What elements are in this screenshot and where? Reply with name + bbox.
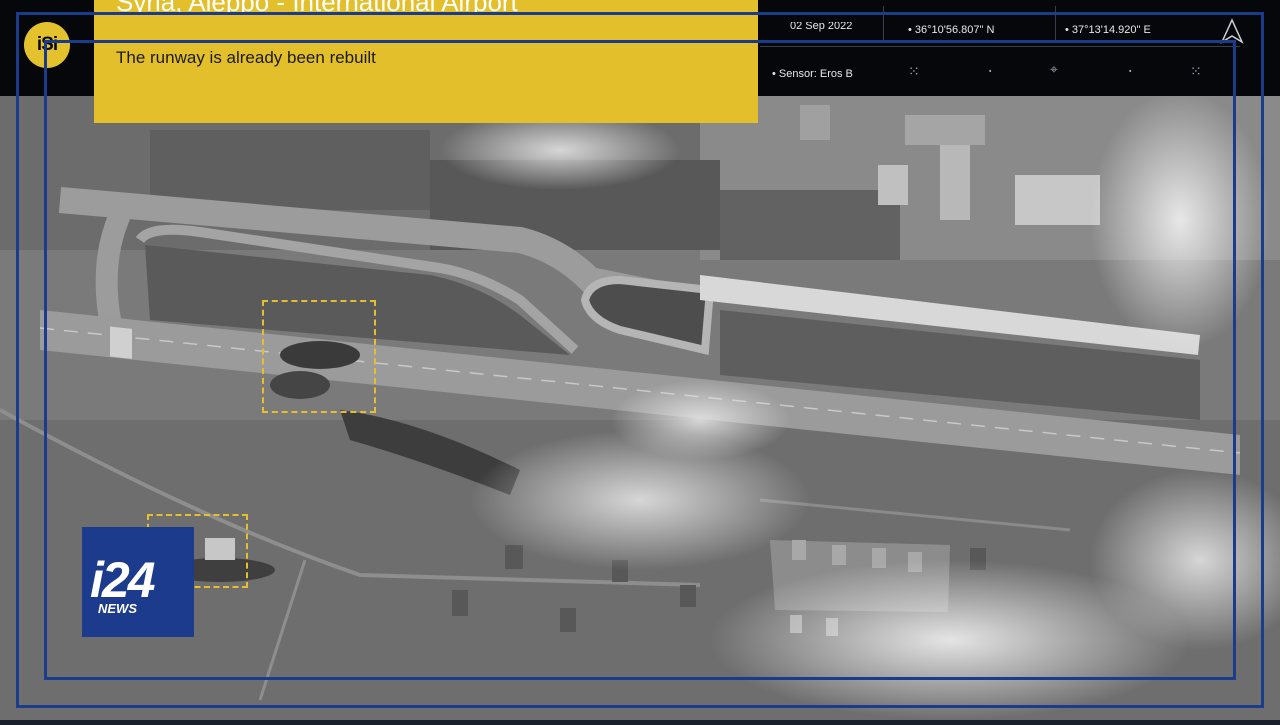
caption-title: Syria, Aleppo - International Airport	[116, 0, 518, 17]
reticle-icon: ⁙	[908, 64, 920, 80]
runway-damage-highlight	[262, 300, 376, 413]
sensor-readout: • Sensor: Eros B	[772, 68, 853, 80]
caption-subtitle: The runway is already been rebuilt	[116, 48, 376, 67]
longitude-readout: • 37°13'14.920" E	[1065, 24, 1151, 36]
isi-logo-text: iSi	[36, 34, 58, 55]
title-clip: Syria, Aleppo - International Airport	[94, 0, 758, 40]
latitude-value: 36°10'56.807" N	[914, 24, 995, 36]
caption-box: Syria, Aleppo - International Airport Th…	[94, 0, 758, 123]
reticle-icon: ⁙	[1190, 64, 1202, 80]
crosshair-icon: ⌖	[1050, 62, 1058, 78]
sensor-value: Sensor: Eros B	[778, 68, 853, 80]
dot-icon: ·	[1126, 64, 1135, 80]
meta-separator	[1055, 6, 1056, 40]
news-logo-text: NEWS	[98, 601, 137, 616]
i24news-logo: i24 NEWS	[82, 527, 194, 637]
dot-icon: ·	[986, 64, 995, 80]
longitude-value: 37°13'14.920" E	[1071, 24, 1151, 36]
meta-separator	[883, 6, 884, 40]
latitude-readout: • 36°10'56.807" N	[908, 24, 995, 36]
meta-divider	[760, 46, 1240, 47]
isi-logo: iSi	[24, 22, 70, 68]
north-arrow-icon	[1220, 18, 1244, 44]
